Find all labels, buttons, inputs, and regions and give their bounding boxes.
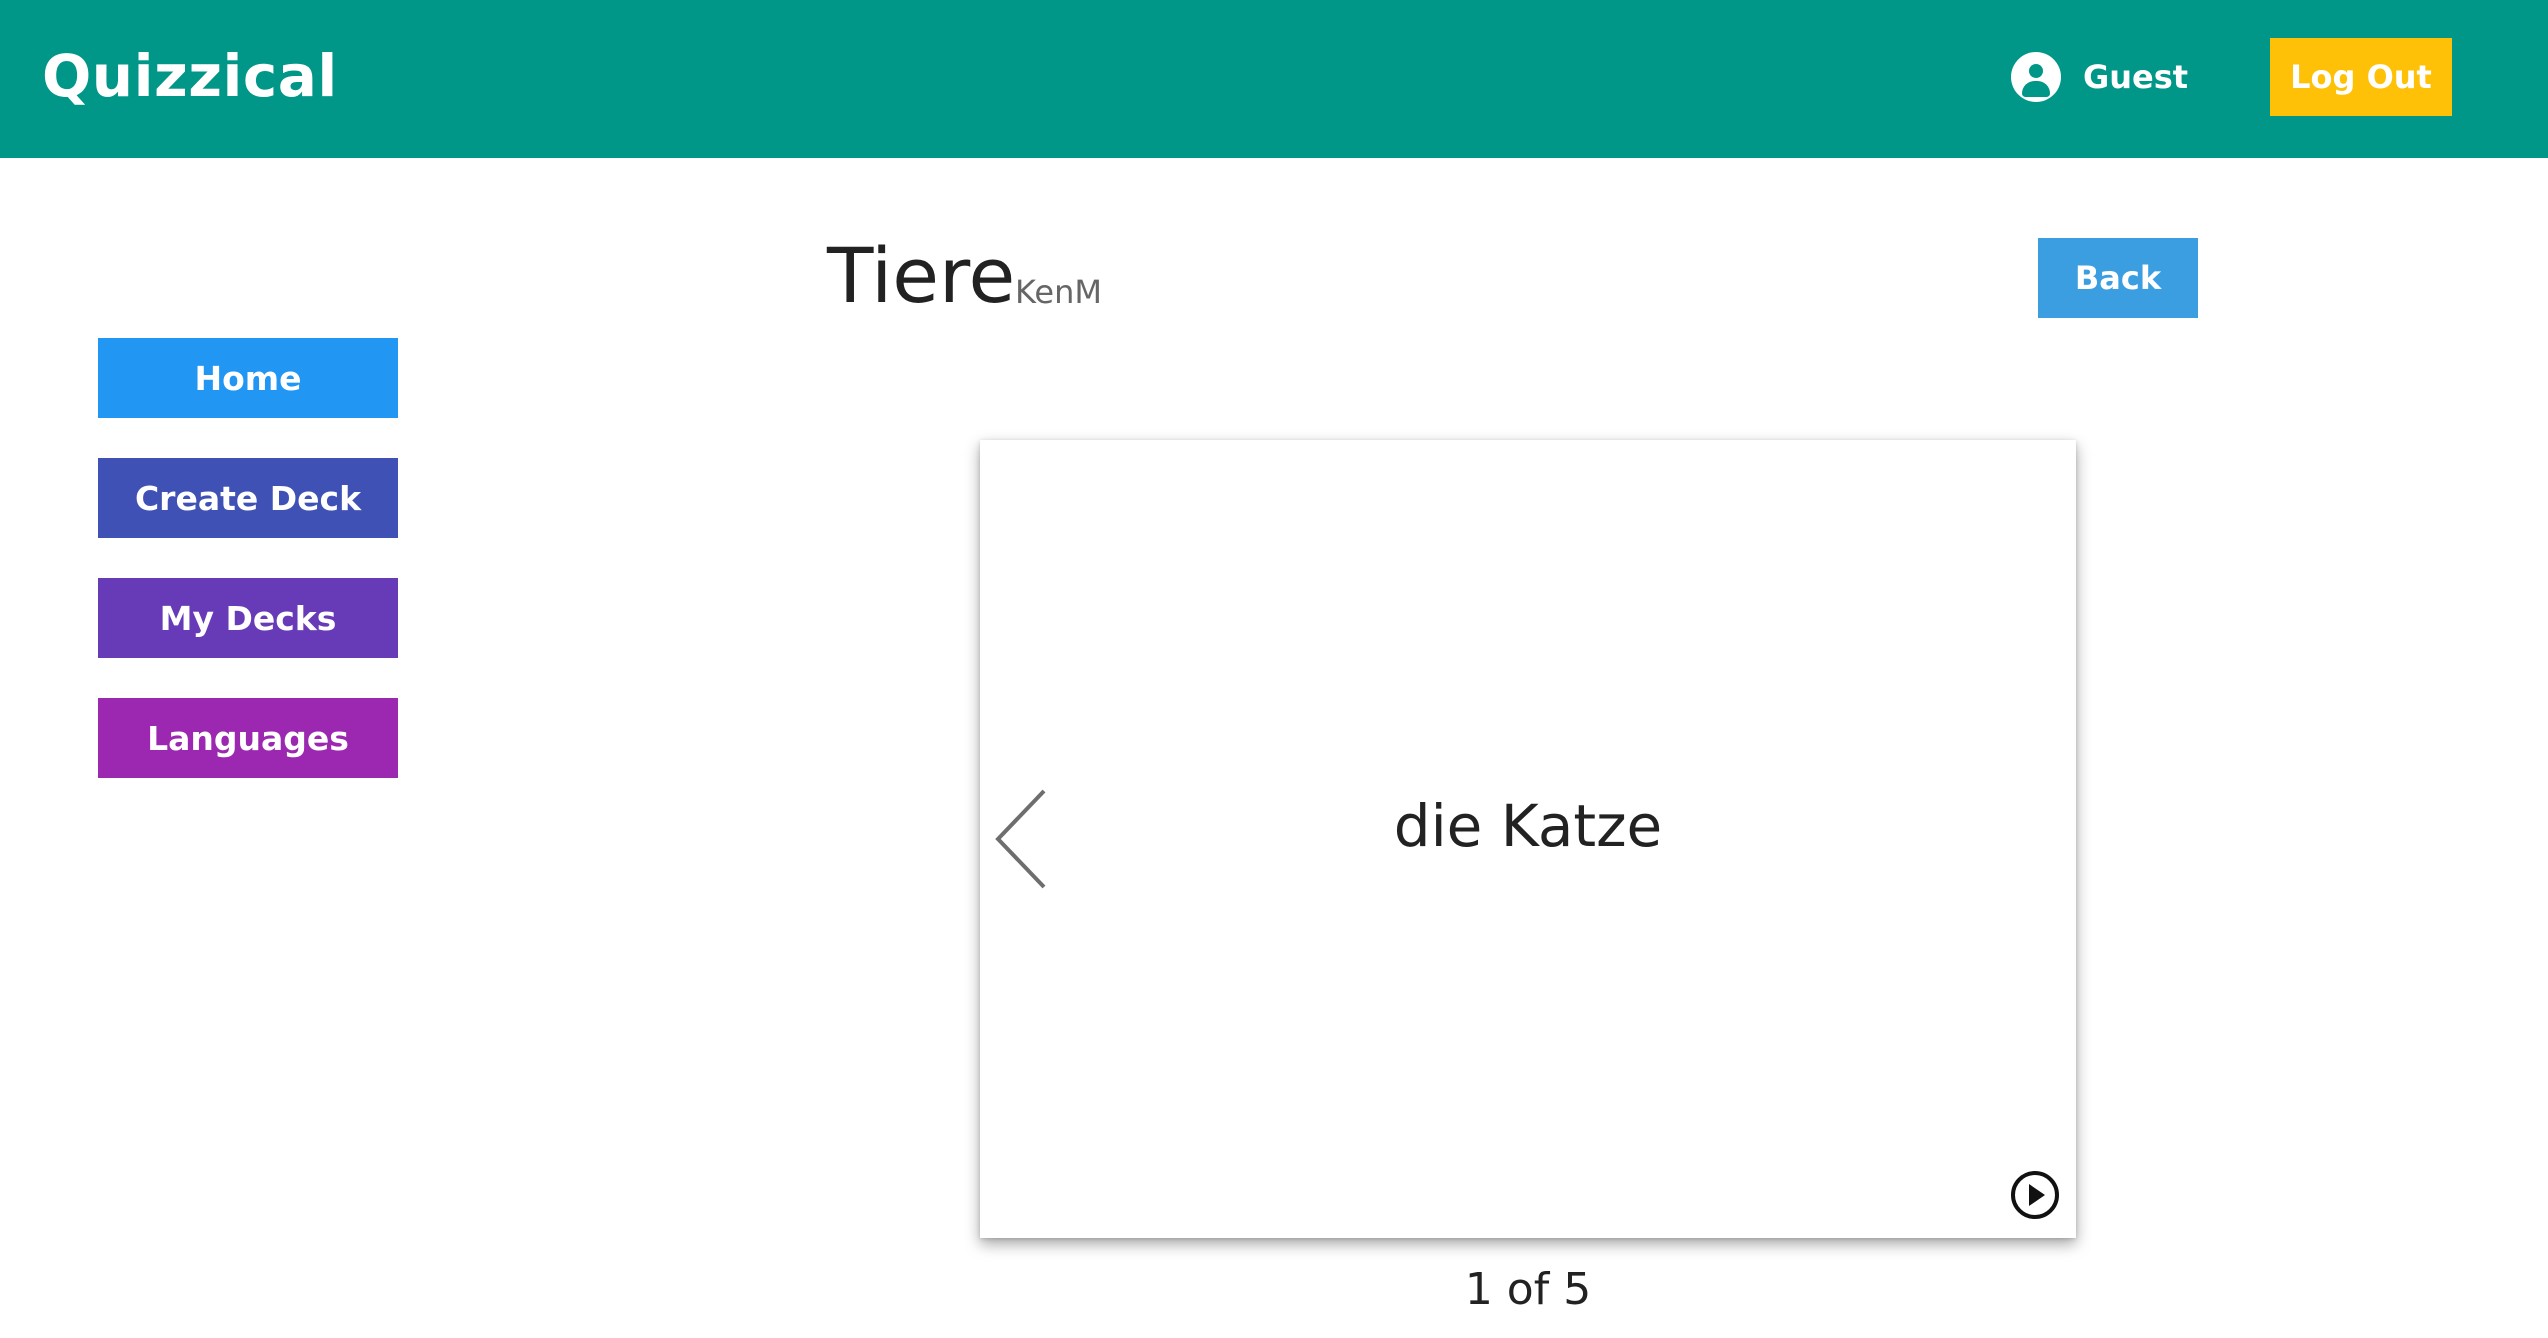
top-app-bar: Quizzical Guest Log Out [0, 0, 2548, 158]
back-button[interactable]: Back [2038, 238, 2198, 318]
card-counter: 1 of 5 [1464, 1264, 1592, 1315]
deck-author: KenM [1015, 273, 1102, 311]
deck-title: Tiere [827, 231, 1016, 320]
flashcard-word: die Katze [1393, 792, 1663, 860]
sidebar-item-home[interactable]: Home [98, 338, 398, 418]
play-circle-icon[interactable] [2010, 1170, 2060, 1220]
sidebar-item-create-deck[interactable]: Create Deck [98, 458, 398, 538]
logout-button[interactable]: Log Out [2270, 38, 2452, 116]
flashcard[interactable]: die Katze [980, 440, 2076, 1238]
user-name: Guest [2083, 58, 2189, 96]
sidebar-item-my-decks[interactable]: My Decks [98, 578, 398, 658]
user-circle-icon [2011, 52, 2061, 102]
app-logo[interactable]: Quizzical [42, 40, 338, 112]
sidebar-item-languages[interactable]: Languages [98, 698, 398, 778]
